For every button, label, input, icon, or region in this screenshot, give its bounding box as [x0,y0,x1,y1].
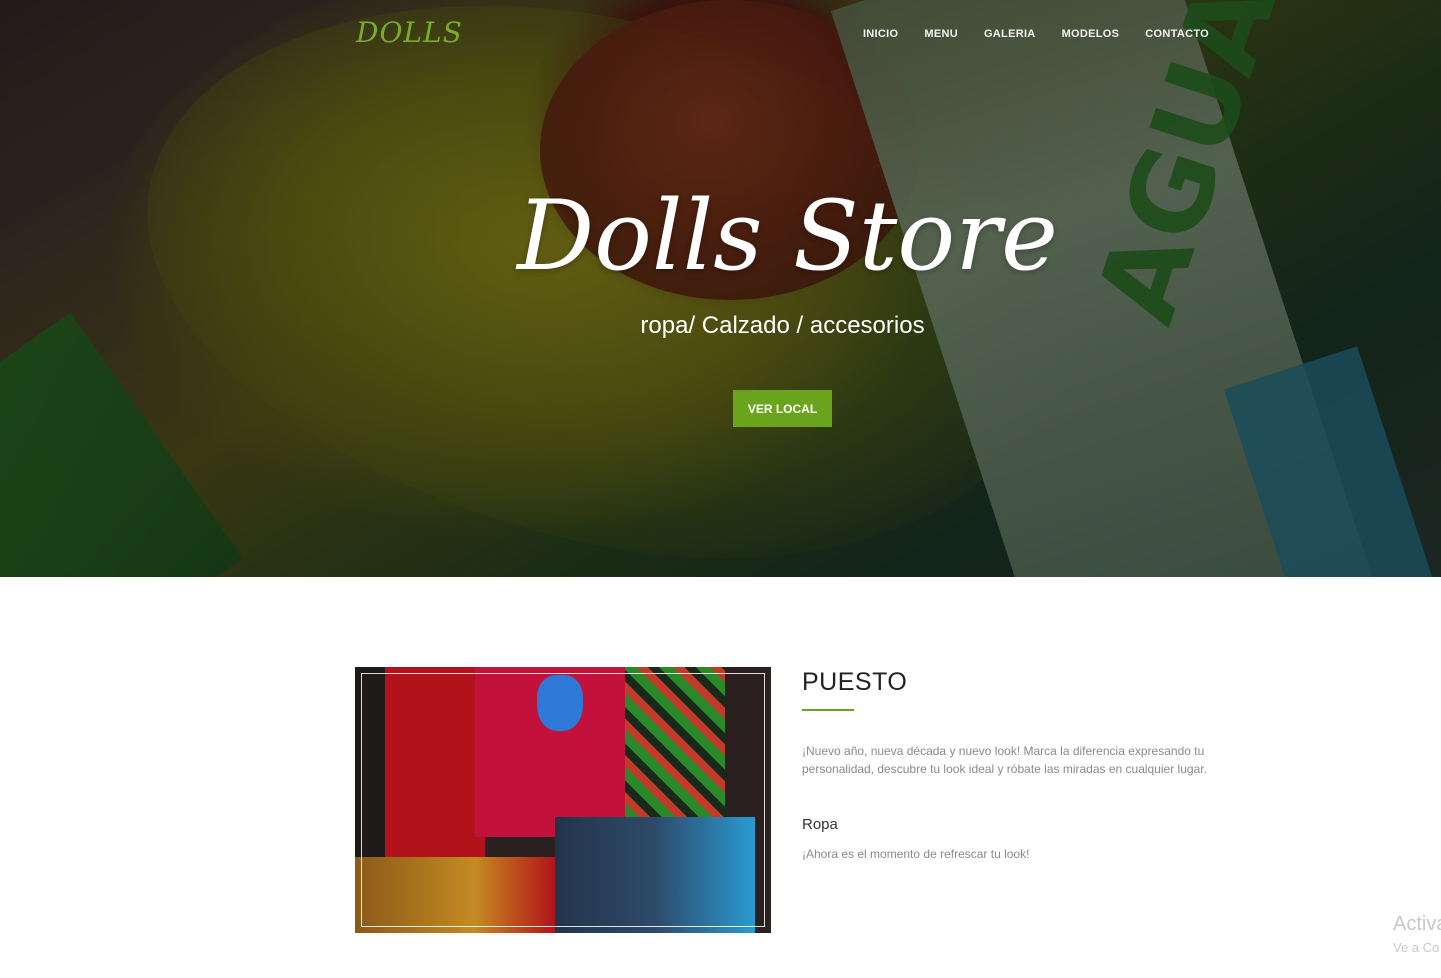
nav-item-menu[interactable]: MENU [924,28,958,40]
about-title-underline [802,709,854,711]
about-description: ¡Nuevo año, nueva década y nuevo look! M… [802,744,1207,776]
activation-watermark: Activa Ve a Co [1380,900,1441,978]
store-photo [355,667,771,933]
about-subtitle: Ropa [802,816,838,833]
watermark-line1: Activa [1393,913,1441,935]
nav-item-contacto[interactable]: CONTACTO [1145,28,1209,40]
about-title: PUESTO [802,668,908,696]
hero-section: AGUACATE Y DOLLS INICIO MENU GALERIA MOD… [0,0,1441,577]
main-nav: INICIO MENU GALERIA MODELOS CONTACTO [863,28,1209,40]
hero-subtitle: ropa/ Calzado / accesorios [640,312,925,339]
nav-item-modelos[interactable]: MODELOS [1062,28,1120,40]
nav-item-galeria[interactable]: GALERIA [984,28,1036,40]
ver-local-button[interactable]: VER LOCAL [733,390,832,427]
watermark-line2: Ve a Co [1393,940,1440,955]
nav-item-inicio[interactable]: INICIO [863,28,898,40]
photo-frame [361,673,765,927]
about-subtitle-text: ¡Ahora es el momento de refrescar tu loo… [802,847,1030,861]
hero-title: Dolls Store [517,180,1058,292]
brand-logo[interactable]: DOLLS [356,16,463,49]
